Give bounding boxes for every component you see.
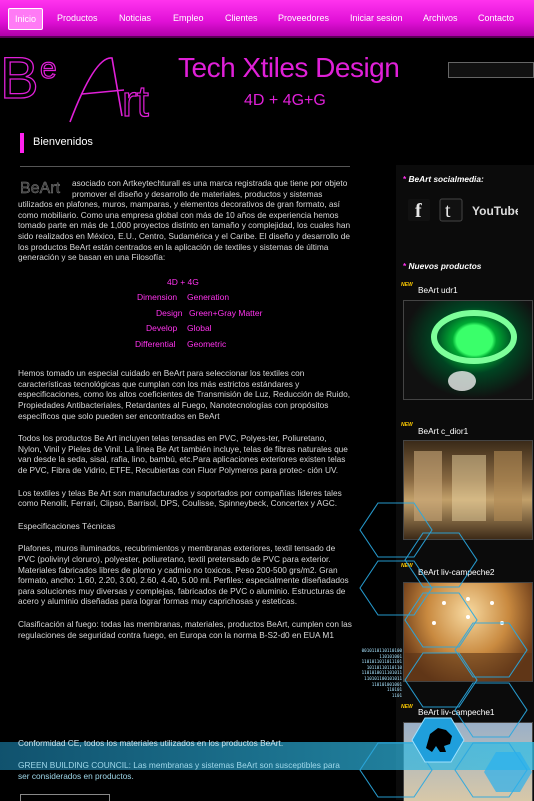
body-paragraph: Clasificación al fuego: todas las membra…	[18, 618, 352, 640]
formula-heading: 4D + 4G	[167, 276, 199, 287]
nav-item-clientes[interactable]: Clientes	[225, 8, 258, 28]
binary-decoration: 0010110110110100 110101001 110101101101110…	[361, 648, 402, 698]
formula-term: Develop	[146, 323, 178, 334]
overlay-paragraph: Conformidad CE, todos los materiales uti…	[18, 738, 284, 748]
formula-term: Geometric	[187, 338, 227, 349]
product-title[interactable]: BeArt liv-campeche2	[418, 567, 495, 577]
nav-item-productos[interactable]: Productos	[57, 8, 98, 28]
product-title[interactable]: BeArt c_dior1	[418, 426, 468, 436]
new-badge: NEW	[401, 704, 413, 710]
svg-text:f: f	[415, 200, 422, 222]
logo-swoosh	[69, 57, 123, 123]
overlay-paragraph: GREEN BUILDING COUNCIL: Las membranas y …	[18, 760, 340, 781]
nav-item-noticias[interactable]: Noticias	[119, 8, 151, 28]
nav-item-contacto[interactable]: Contacto	[478, 8, 514, 28]
youtube-icon[interactable]: YouTube	[472, 198, 522, 222]
main-content: BeArt asociado con Artkeytechturall es u…	[18, 178, 352, 652]
nav-item-inicio[interactable]: Inicio	[8, 8, 44, 30]
svg-text:rt: rt	[122, 77, 149, 126]
search-input[interactable]	[448, 62, 534, 78]
intro-logo: BeArt	[18, 178, 70, 197]
new-products-heading: * Nuevos productos	[403, 261, 482, 271]
section-marker	[20, 133, 24, 153]
svg-text:BeArt: BeArt	[20, 180, 61, 196]
facebook-icon[interactable]: f	[407, 198, 431, 222]
logo-text-b: B	[0, 46, 39, 111]
product-thumbnail[interactable]	[403, 300, 533, 400]
product-thumbnail[interactable]	[403, 582, 533, 682]
formula-term: Design	[156, 307, 183, 318]
product-thumbnail[interactable]	[403, 440, 533, 540]
divider	[20, 166, 350, 167]
logo-text-e: e	[40, 52, 57, 85]
top-navigation: Inicio Productos Noticias Empleo Cliente…	[0, 0, 534, 38]
formula-term: Green+Gray Matter	[189, 307, 263, 318]
body-paragraph: Hemos tomado un especial cuidado en BeAr…	[18, 368, 351, 421]
new-badge: NEW	[401, 282, 413, 288]
site-tagline: Tech Xtiles Design	[178, 52, 400, 83]
body-paragraph: Los textiles y telas Be Art son manufact…	[18, 487, 342, 509]
product-title[interactable]: BeArt udr1	[418, 285, 458, 295]
product-title[interactable]: BeArt liv-campeche1	[418, 707, 495, 717]
svg-text:t: t	[445, 200, 451, 222]
youtube-label: YouTube	[472, 204, 518, 218]
formula-term: Differential	[135, 338, 176, 349]
formula-term: Generation	[187, 292, 230, 303]
philosophy-formula: 4D + 4G Dimension Generation Design Gree…	[18, 275, 352, 353]
formula-term: Dimension	[137, 292, 178, 303]
nav-item-archivos[interactable]: Archivos	[423, 8, 458, 28]
beart-logo-graphic: B e rt	[0, 45, 149, 126]
social-heading: * BeArt socialmedia:	[403, 174, 484, 184]
nav-item-empleo[interactable]: Empleo	[173, 8, 204, 28]
page-title: Bienvenidos	[33, 136, 93, 148]
intro-paragraph: BeArt asociado con Artkeytechturall es u…	[18, 178, 352, 263]
twitter-icon[interactable]: t	[439, 198, 463, 222]
new-badge: NEW	[401, 422, 413, 428]
formula-term: Global	[187, 323, 212, 334]
body-paragraph: Todos los productos Be Art incluyen tela…	[18, 433, 348, 475]
body-subheading: Especificaciones Técnicas	[18, 520, 116, 531]
site-logo[interactable]: B e rt	[0, 45, 175, 126]
body-paragraph: Plafones, muros iluminados, recubrimient…	[18, 543, 349, 607]
new-badge: NEW	[401, 563, 413, 569]
nav-item-iniciar-sesion[interactable]: Iniciar sesion	[350, 8, 403, 28]
nav-item-proveedores[interactable]: Proveedores	[278, 8, 329, 28]
site-subtagline: 4D + 4G+G	[244, 92, 326, 109]
